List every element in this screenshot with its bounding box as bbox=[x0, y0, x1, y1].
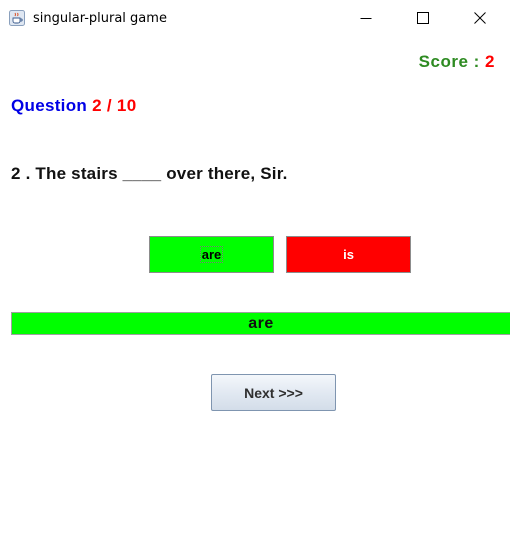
question-progress: 2 / 10 bbox=[92, 96, 137, 115]
java-coffee-cup-icon bbox=[9, 10, 25, 26]
score-label: Score : bbox=[418, 52, 480, 71]
correct-answer-bar: are bbox=[11, 312, 510, 335]
question-counter: Question 2 / 10 bbox=[11, 96, 136, 116]
window-title: singular-plural game bbox=[33, 11, 167, 26]
choice-button-are[interactable]: are bbox=[149, 236, 274, 273]
close-button[interactable] bbox=[457, 0, 503, 36]
minimize-button[interactable] bbox=[343, 0, 389, 36]
title-bar[interactable]: singular-plural game bbox=[0, 0, 510, 36]
score-value: 2 bbox=[485, 52, 495, 71]
question-text: 2 . The stairs ____ over there, Sir. bbox=[11, 164, 288, 183]
next-button[interactable]: Next >>> bbox=[211, 374, 336, 411]
choice-label: are bbox=[199, 246, 224, 263]
minimize-icon bbox=[360, 18, 372, 19]
choice-button-is[interactable]: is bbox=[286, 236, 411, 273]
maximize-button[interactable] bbox=[400, 0, 446, 36]
score-display: Score : 2 bbox=[419, 52, 495, 72]
choice-label: is bbox=[343, 247, 354, 262]
question-label: Question bbox=[11, 96, 88, 115]
close-icon bbox=[474, 12, 486, 24]
maximize-icon bbox=[417, 12, 429, 24]
